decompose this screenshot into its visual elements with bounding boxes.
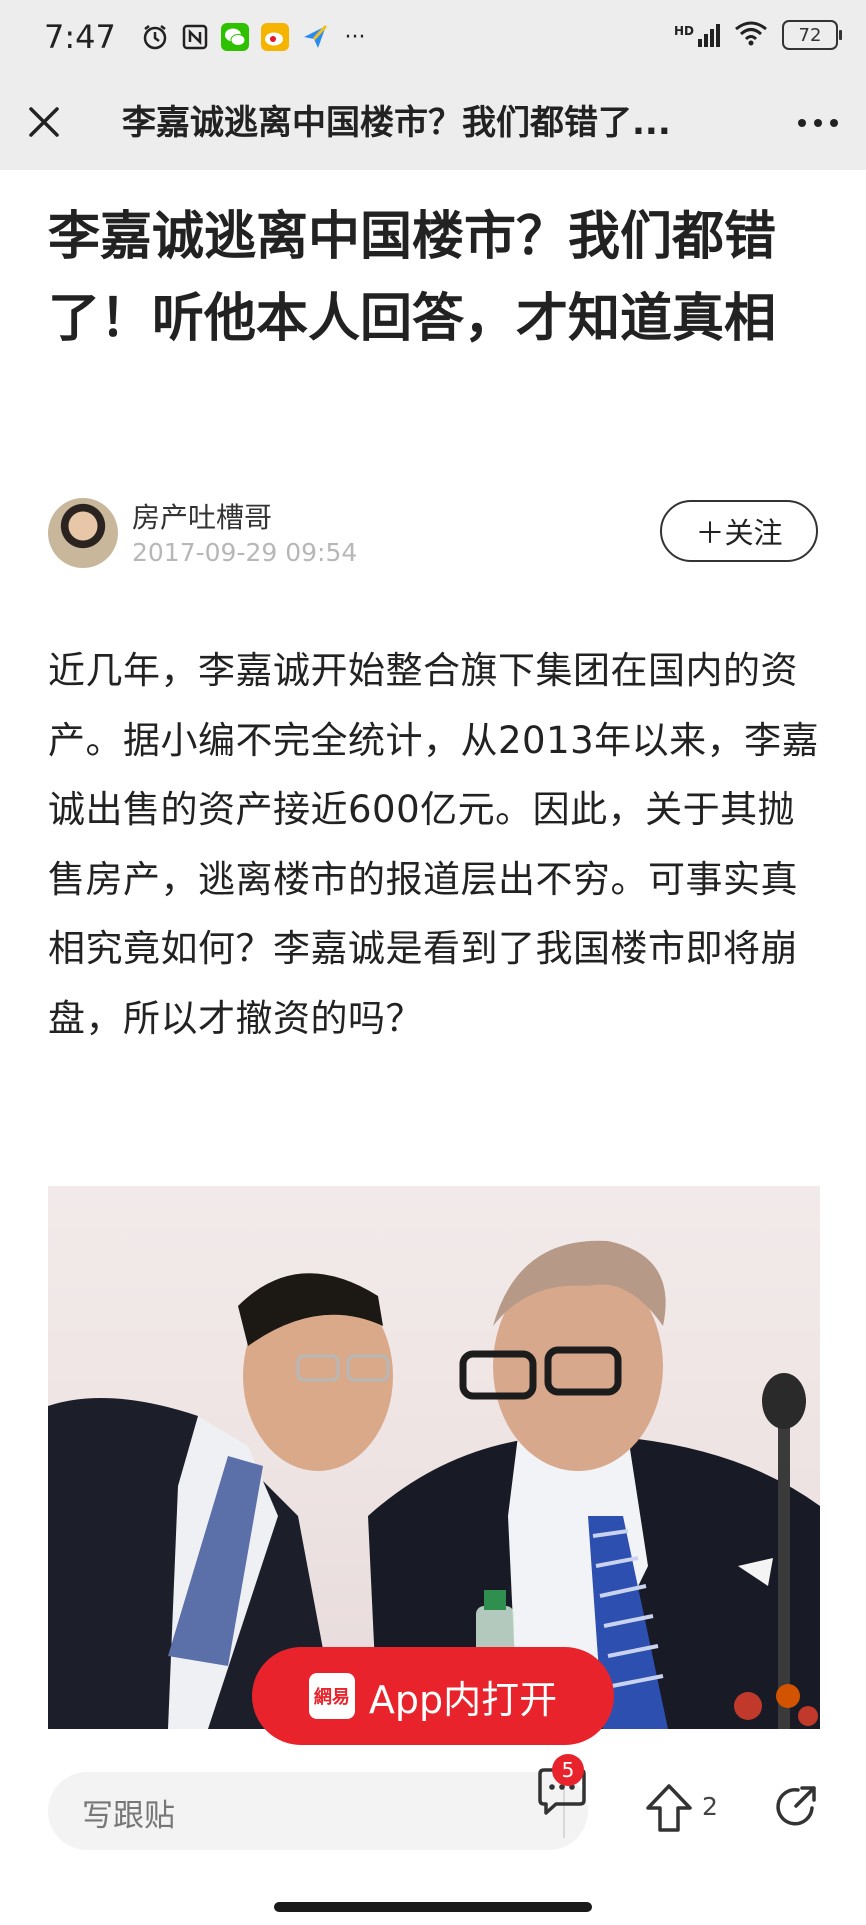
wechat-icon [220,22,250,52]
share-icon[interactable] [772,1782,820,1830]
open-in-app-label: App内打开 [368,1677,558,1722]
author-name[interactable]: 房产吐槽哥 [132,496,272,536]
open-in-app-button[interactable]: 網易 App内打开 [252,1647,614,1745]
hd-signal-icon: HD [673,23,720,47]
upvote-icon[interactable] [644,1782,694,1834]
weibo-icon [260,22,290,52]
netease-logo-icon: 網易 [308,1673,355,1719]
status-bar: 7:47 ··· HD 72 [0,0,866,78]
status-time: 7:47 [44,18,116,56]
gesture-bar-area [0,1862,866,1925]
battery-icon: 72 [782,20,842,50]
comment-count-badge: 5 [552,1754,584,1786]
comment-placeholder: 写跟贴 [82,1798,175,1834]
status-notification-icons: ··· [140,22,370,52]
avatar[interactable] [48,498,118,568]
alarm-icon [140,22,170,52]
home-indicator[interactable] [274,1902,592,1912]
nav-title: 李嘉诚逃离中国楼市？我们都错了... [122,103,671,143]
publish-date: 2017-09-29 09:54 [132,538,358,567]
status-system-icons: HD 72 [673,20,842,50]
follow-button[interactable]: ＋关注 [660,500,818,562]
app-icon [300,22,330,52]
article-title: 李嘉诚逃离中国楼市？我们都错了！听他本人回答，才知道真相 [48,207,777,349]
hd-label: HD [673,23,694,38]
nfc-icon [180,22,210,52]
more-menu-icon[interactable] [796,108,840,138]
nav-bar: 李嘉诚逃离中国楼市？我们都错了... [0,78,866,170]
bottom-action-bar: 写跟贴 5 2 [0,1752,866,1862]
close-icon[interactable] [22,100,66,144]
article-body: 近几年，李嘉诚开始整合旗下集团在国内的资产。据小编不完全统计，从2013年以来，… [48,649,820,1040]
wifi-icon [734,20,768,50]
comment-input[interactable]: 写跟贴 [48,1772,588,1850]
upvote-count: 2 [702,1792,718,1821]
more-dots-icon: ··· [344,24,366,50]
author-row: 房产吐槽哥 2017-09-29 09:54 ＋关注 [48,496,818,572]
